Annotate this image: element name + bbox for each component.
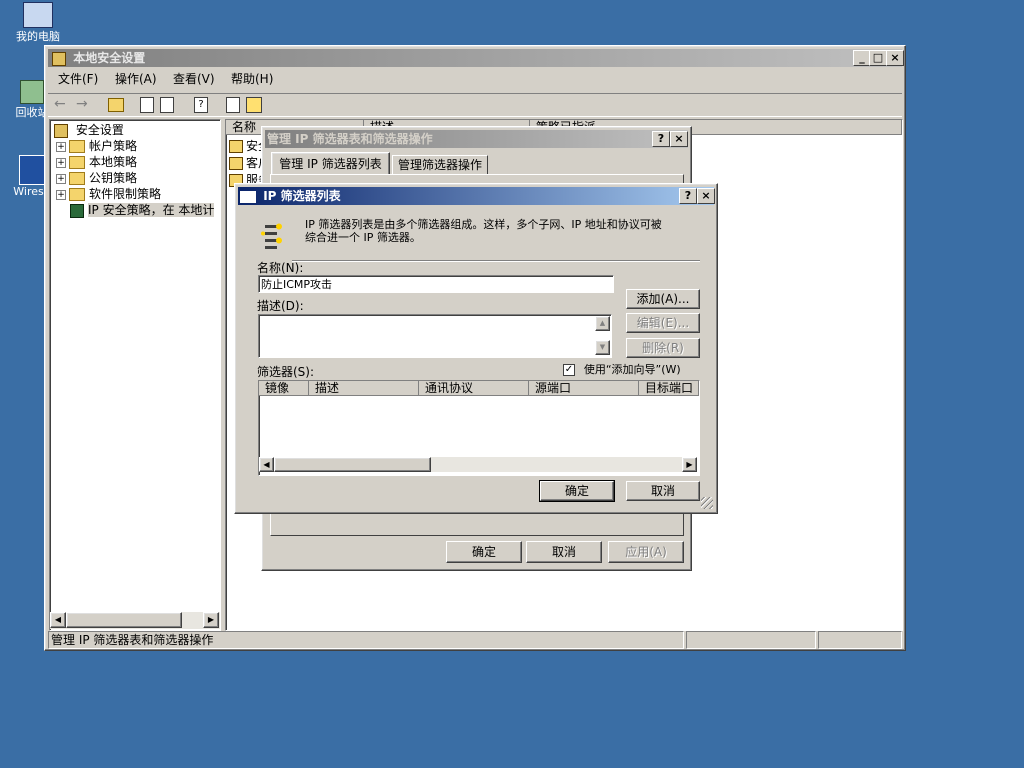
tree-item-local-policy[interactable]: + 本地策略 [56, 154, 137, 170]
filter-dialog-title: IP 筛选器列表 [263, 189, 341, 203]
computer-icon [23, 2, 53, 28]
column-header-dest-port[interactable]: 目标端口 [639, 381, 699, 396]
scroll-right-icon[interactable]: ▶ [203, 612, 219, 628]
resize-grip-icon[interactable] [701, 497, 713, 509]
scroll-left-icon[interactable]: ◀ [50, 612, 66, 628]
status-bar: 管理 IP 筛选器表和筛选器操作 [48, 631, 902, 649]
forward-icon[interactable]: → [76, 96, 88, 112]
tab-manage-filter-lists[interactable]: 管理 IP 筛选器列表 [271, 152, 390, 175]
scroll-thumb[interactable] [274, 457, 431, 472]
description-label: 描述(D): [257, 299, 304, 313]
delete-filter-button[interactable]: 删除(R) [626, 338, 700, 358]
tree-item-ip-security[interactable]: IP 安全策略，在 本地计 [70, 202, 215, 218]
menu-action[interactable]: 操作(A) [115, 69, 157, 89]
column-header-mirror[interactable]: 镜像 [259, 381, 309, 396]
tree-pane[interactable]: 安全设置 + 帐户策略 + 本地策略 + 公钥策略 + 软件限制策略 IP 安全策略，在… [49, 119, 221, 631]
manage-cancel-button[interactable]: 取消 [526, 541, 602, 563]
ip-filter-list-dialog: IP 筛选器列表 ? × IP 筛选器列表是由多个筛选器组成。这样，多个子网、I… [234, 183, 718, 514]
tree-root[interactable]: 安全设置 [54, 122, 124, 138]
manage-dialog-title: 管理 IP 筛选器表和筛选器操作 [267, 132, 433, 146]
maximize-button[interactable]: □ [869, 50, 887, 66]
scroll-down-icon[interactable]: ▼ [595, 340, 610, 355]
wizard-checkbox[interactable]: ✓ [563, 363, 575, 376]
help-button[interactable]: ? [679, 188, 697, 204]
ip-security-icon [70, 203, 84, 218]
expand-icon[interactable]: + [56, 141, 66, 152]
folder-icon [69, 188, 85, 201]
recycle-bin-icon [20, 80, 44, 104]
manage-ok-button[interactable]: 确定 [446, 541, 522, 563]
main-window-titlebar[interactable]: 本地安全设置 _ □ × [48, 49, 904, 67]
menu-bar: 文件(F) 操作(A) 查看(V) 帮助(H) [48, 69, 902, 91]
refresh-icon[interactable] [140, 97, 154, 113]
policy-icon [229, 157, 243, 170]
folder-icon [69, 140, 85, 153]
filter-dialog-description: IP 筛选器列表是由多个筛选器组成。这样，多个子网、IP 地址和协议可被 综合进… [305, 218, 662, 244]
desktop-icon-label: 我的电脑 [16, 30, 60, 43]
up-folder-icon[interactable] [108, 98, 124, 112]
edit-filter-button[interactable]: 编辑(E)... [626, 313, 700, 333]
manage-filters-icon[interactable] [246, 97, 262, 113]
tree-hscrollbar[interactable]: ◀ ▶ [50, 612, 220, 629]
policy-icon [229, 140, 243, 153]
close-button[interactable]: × [886, 50, 904, 66]
column-header-protocol[interactable]: 通讯协议 [419, 381, 529, 396]
help-icon[interactable]: ? [194, 97, 208, 113]
column-header-source-port[interactable]: 源端口 [529, 381, 639, 396]
manage-dialog-titlebar[interactable]: 管理 IP 筛选器表和筛选器操作 ? × [265, 130, 688, 148]
wizard-checkbox-label: 使用“添加向导”(W) [583, 363, 681, 376]
tree-item-account-policy[interactable]: + 帐户策略 [56, 138, 137, 154]
filter-list-icon [261, 223, 282, 249]
menu-help[interactable]: 帮助(H) [231, 69, 273, 89]
tree-item-software-restriction[interactable]: + 软件限制策略 [56, 186, 161, 202]
status-panel-2 [686, 631, 816, 649]
separator [292, 260, 700, 262]
new-policy-icon[interactable] [226, 97, 240, 113]
scroll-up-icon[interactable]: ▲ [595, 316, 610, 331]
wizard-checkbox-row[interactable]: ✓ 使用“添加向导”(W) [563, 361, 681, 377]
tab-manage-filter-actions[interactable]: 管理筛选器操作 [392, 155, 488, 175]
window-title: 本地安全设置 [73, 51, 146, 65]
close-button[interactable]: × [670, 131, 688, 147]
column-header-description[interactable]: 描述 [309, 381, 419, 396]
table-hscrollbar[interactable]: ◀ ▶ [259, 457, 697, 472]
name-label: 名称(N): [257, 261, 304, 275]
filters-table[interactable]: 镜像 描述 通讯协议 源端口 目标端口 ◀ ▶ [258, 380, 700, 476]
folder-icon [69, 172, 85, 185]
filters-label: 筛选器(S): [257, 365, 315, 379]
manage-apply-button[interactable]: 应用(A) [608, 541, 684, 563]
status-panel-3 [818, 631, 902, 649]
back-icon[interactable]: ← [54, 96, 66, 112]
menu-file[interactable]: 文件(F) [58, 69, 98, 89]
add-filter-button[interactable]: 添加(A)... [626, 289, 700, 309]
description-textarea[interactable]: ▲ ▼ [258, 314, 612, 358]
filter-cancel-button[interactable]: 取消 [626, 481, 700, 501]
security-settings-icon [54, 123, 68, 138]
export-list-icon[interactable] [160, 97, 174, 113]
name-input[interactable] [258, 275, 614, 293]
help-button[interactable]: ? [652, 131, 670, 147]
close-button[interactable]: × [697, 188, 715, 204]
scroll-right-icon[interactable]: ▶ [682, 457, 697, 472]
wireshark-icon [19, 155, 45, 185]
filter-dialog-titlebar[interactable]: IP 筛选器列表 ? × [238, 187, 715, 205]
dialog-window-icon [240, 190, 256, 203]
expand-icon[interactable]: + [56, 189, 66, 200]
expand-icon[interactable]: + [56, 157, 66, 168]
scroll-left-icon[interactable]: ◀ [259, 457, 274, 472]
tree-item-public-key-policy[interactable]: + 公钥策略 [56, 170, 137, 186]
folder-icon [69, 156, 85, 169]
toolbar: ← → ? [48, 93, 902, 117]
desktop-icon-my-computer[interactable]: 我的电脑 [6, 2, 70, 44]
filter-ok-button[interactable]: 确定 [539, 480, 615, 502]
expand-icon[interactable]: + [56, 173, 66, 184]
status-text: 管理 IP 筛选器表和筛选器操作 [48, 631, 684, 649]
app-icon [52, 51, 66, 66]
scroll-thumb[interactable] [66, 612, 182, 628]
menu-view[interactable]: 查看(V) [173, 69, 215, 89]
